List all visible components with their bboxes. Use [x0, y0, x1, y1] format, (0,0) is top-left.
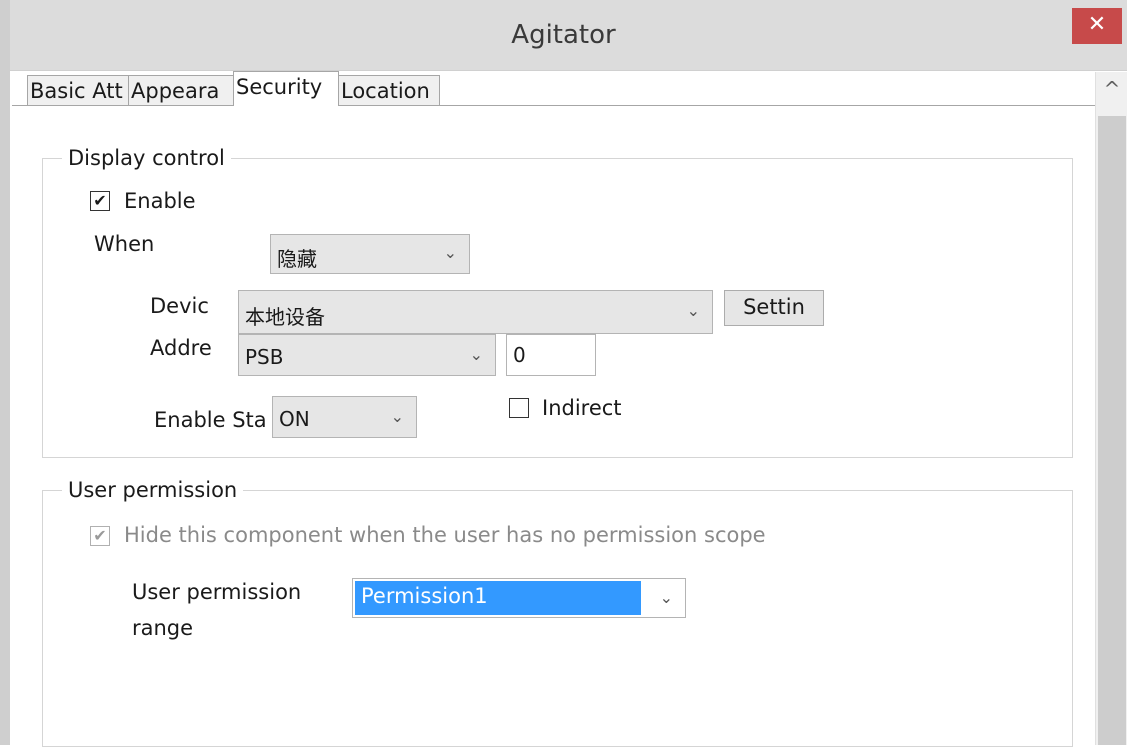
tab-security[interactable]: Security: [233, 71, 339, 106]
chevron-down-icon: ⌄: [469, 345, 483, 364]
check-icon: ✔: [93, 191, 107, 210]
enable-checkbox[interactable]: ✔: [90, 191, 110, 211]
address-label: Addre: [150, 336, 212, 360]
window-title: Agitator: [511, 20, 616, 50]
scroll-thumb[interactable]: [1098, 116, 1126, 745]
close-button[interactable]: ✕: [1072, 8, 1122, 44]
title-bar: Agitator ✕: [0, 0, 1127, 71]
enable-state-label: Enable Sta: [154, 408, 267, 432]
chevron-down-icon: ⌄: [390, 407, 404, 426]
display-control-label: Display control: [62, 146, 231, 170]
permission-range-select[interactable]: Permission1 ⌄: [352, 578, 686, 618]
tab-appearance[interactable]: Appeara: [128, 75, 234, 106]
permission-range-label-2: range: [132, 616, 194, 640]
hide-component-label: Hide this component when the user has no…: [124, 523, 766, 547]
hide-component-checkbox[interactable]: ✔: [90, 526, 110, 546]
user-permission-label: User permission: [62, 478, 244, 502]
window-border: [0, 0, 10, 745]
when-value: 隐藏: [277, 247, 317, 271]
permission-range-label: User permission: [132, 580, 302, 604]
chevron-down-icon: ⌄: [686, 301, 700, 320]
address-input[interactable]: 0: [506, 334, 596, 376]
address-type-value: PSB: [245, 345, 284, 369]
dialog-window: Agitator ✕ Basic Att Appeara Security Lo…: [0, 0, 1127, 747]
indirect-label: Indirect: [542, 396, 622, 420]
tab-basic-attributes[interactable]: Basic Att: [27, 75, 129, 106]
scroll-up-icon[interactable]: ^: [1096, 72, 1127, 112]
device-value: 本地设备: [245, 305, 325, 329]
chevron-down-icon: ⌄: [443, 243, 457, 262]
enable-label: Enable: [124, 189, 196, 213]
check-icon: ✔: [93, 526, 107, 545]
when-label: When: [94, 232, 155, 256]
settings-button[interactable]: Settin: [724, 290, 824, 326]
permission-range-value: Permission1: [355, 581, 641, 615]
enable-state-select[interactable]: ON ⌄: [272, 396, 417, 438]
device-select[interactable]: 本地设备 ⌄: [238, 290, 713, 334]
when-select[interactable]: 隐藏 ⌄: [270, 234, 470, 274]
tab-bar: Basic Att Appeara Security Location: [27, 71, 440, 106]
chevron-down-icon: ⌄: [659, 588, 673, 607]
device-label: Devic: [150, 294, 209, 318]
address-type-select[interactable]: PSB ⌄: [238, 334, 496, 376]
tab-location[interactable]: Location: [338, 75, 440, 106]
enable-state-value: ON: [279, 407, 310, 431]
close-icon: ✕: [1087, 12, 1107, 37]
vertical-scrollbar[interactable]: ^: [1095, 72, 1127, 745]
indirect-checkbox[interactable]: [509, 398, 529, 418]
